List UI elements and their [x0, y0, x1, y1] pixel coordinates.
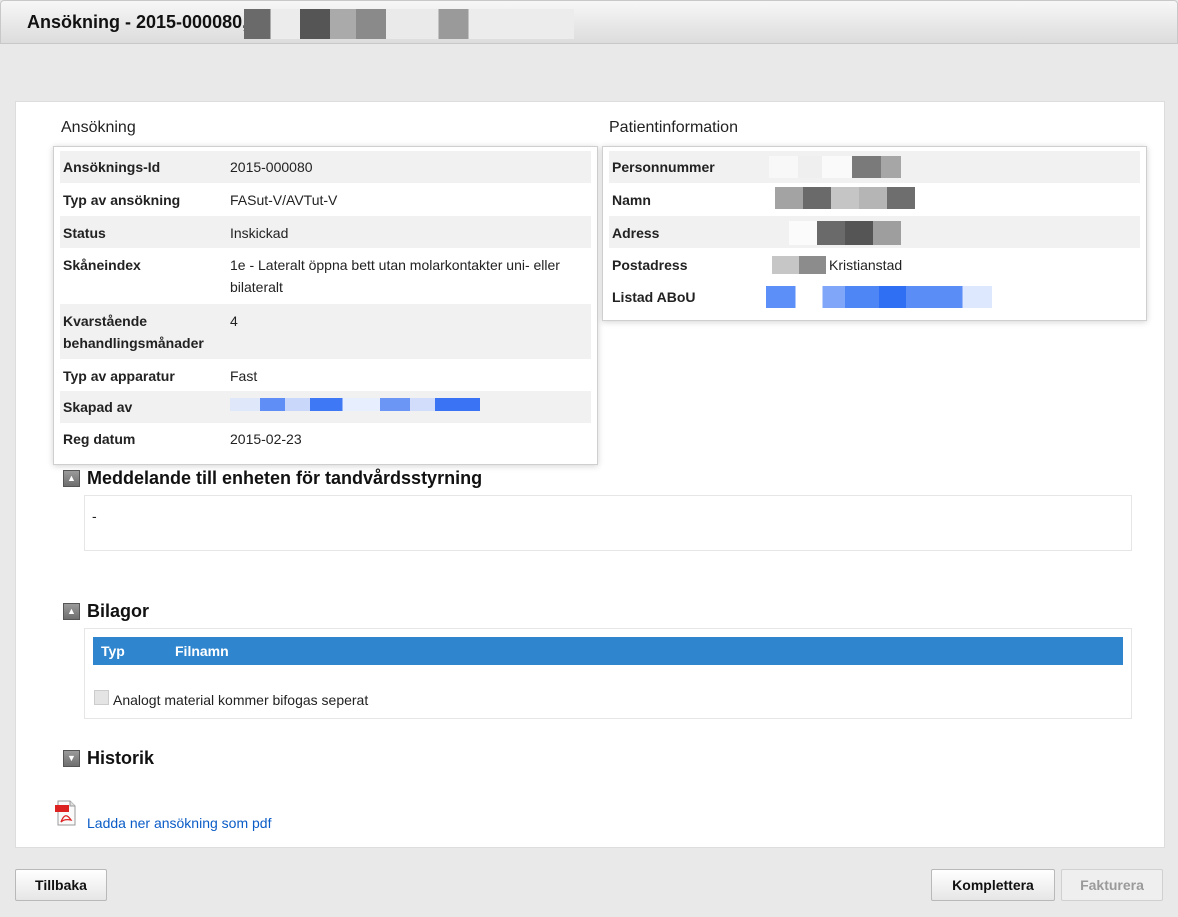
invoice-button[interactable]: Fakturera	[1061, 869, 1163, 901]
patient-row-name: Namn	[609, 183, 1140, 216]
app-row-status: Status Inskickad	[60, 216, 591, 248]
application-card: Ansöknings-Id 2015-000080 Typ av ansökni…	[53, 146, 598, 465]
redacted-address	[789, 221, 901, 245]
patient-label-address: Adress	[612, 225, 660, 241]
app-label-regdate: Reg datum	[63, 431, 136, 447]
app-value-type: FASut-V/AVTut-V	[230, 192, 338, 208]
analog-material-label: Analogt material kommer bifogas seperat	[113, 692, 369, 708]
column-filename[interactable]: Filnamn	[175, 643, 229, 659]
message-heading: Meddelande till enheten för tandvårdssty…	[87, 468, 483, 488]
redacted-title	[244, 9, 574, 39]
app-label-status: Status	[63, 225, 106, 241]
app-value-status: Inskickad	[230, 225, 289, 241]
app-label-index: Skåneindex	[63, 257, 141, 273]
app-row-index: Skåneindex 1e - Lateralt öppna bett utan…	[60, 248, 591, 304]
app-row-type: Typ av ansökning FASut-V/AVTut-V	[60, 183, 591, 216]
pdf-icon[interactable]	[55, 800, 77, 826]
message-box: -	[84, 495, 1132, 551]
redacted-created-by[interactable]	[230, 398, 480, 411]
app-row-created: Skapad av	[60, 391, 591, 423]
patient-row-postaddress: Postadress Kristianstad	[609, 248, 1140, 281]
attachments-table-header: Typ Filnamn	[93, 637, 1123, 665]
app-label-created: Skapad av	[63, 399, 133, 415]
app-row-id: Ansöknings-Id 2015-000080	[60, 151, 591, 183]
patient-label-pnr: Personnummer	[612, 159, 715, 175]
app-value-index: 1e - Lateralt öppna bett utan molarkonta…	[230, 257, 560, 295]
app-row-regdate: Reg datum 2015-02-23	[60, 423, 591, 455]
app-label-device: Typ av apparatur	[63, 368, 175, 384]
app-label-id: Ansöknings-Id	[63, 159, 161, 175]
download-pdf-link[interactable]: Ladda ner ansökning som pdf	[87, 815, 271, 831]
app-value-id: 2015-000080	[230, 159, 313, 175]
app-value-months: 4	[230, 313, 238, 329]
patient-label-name: Namn	[612, 192, 651, 208]
message-text: -	[92, 508, 97, 524]
app-value-regdate: 2015-02-23	[230, 431, 302, 447]
patient-value-city: Kristianstad	[829, 257, 903, 273]
message-toggle-icon[interactable]: ▲	[63, 470, 80, 487]
attachments-box: Typ Filnamn Analogt material kommer bifo…	[84, 628, 1132, 719]
redacted-postcode	[772, 256, 826, 274]
patient-heading: Patientinformation	[609, 119, 738, 136]
column-type[interactable]: Typ	[101, 643, 125, 659]
app-value-device: Fast	[230, 368, 258, 384]
redacted-name	[775, 187, 915, 209]
window-title: Ansökning - 2015-000080,	[27, 12, 248, 32]
app-label-type: Typ av ansökning	[63, 192, 181, 208]
analog-material-checkbox[interactable]	[94, 690, 109, 705]
attachments-heading: Bilagor	[87, 601, 150, 621]
patient-label-postaddress: Postadress	[612, 257, 688, 273]
app-row-device: Typ av apparatur Fast	[60, 359, 591, 391]
complete-button[interactable]: Komplettera	[931, 869, 1055, 901]
back-button[interactable]: Tillbaka	[15, 869, 107, 901]
redacted-listed-link[interactable]	[766, 286, 992, 308]
patient-row-address: Adress	[609, 216, 1140, 248]
app-row-months: Kvarstående behandlingsmånader 4	[60, 304, 591, 359]
attachments-toggle-icon[interactable]: ▲	[63, 603, 80, 620]
redacted-pnr	[769, 156, 901, 178]
patient-label-listed: Listad ABoU	[612, 289, 696, 305]
history-heading[interactable]: Historik	[87, 748, 154, 769]
patient-row-listed: Listad ABoU	[609, 281, 1140, 313]
application-heading: Ansökning	[61, 119, 136, 136]
app-label-months: Kvarstående behandlingsmånader	[63, 313, 204, 351]
patient-row-pnr: Personnummer	[609, 151, 1140, 183]
patient-card: Personnummer Namn Adress Postadress Kris…	[602, 146, 1147, 321]
history-toggle-icon[interactable]: ▼	[63, 750, 80, 767]
window-titlebar: Ansökning - 2015-000080,	[0, 0, 1178, 44]
